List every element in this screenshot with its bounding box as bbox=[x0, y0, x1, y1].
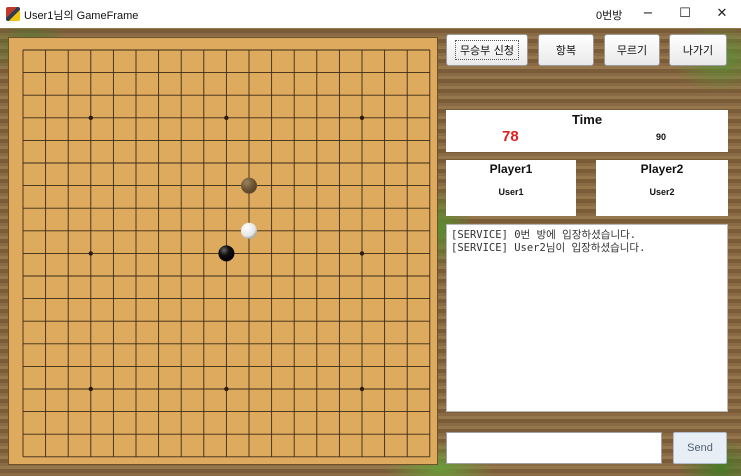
exit-button[interactable]: 나가기 bbox=[669, 34, 727, 66]
star-point bbox=[88, 115, 94, 121]
draw-request-button[interactable]: 무승부 신청 bbox=[446, 34, 528, 66]
player2-label: Player2 bbox=[640, 162, 684, 176]
window-title: User1님의 GameFrame bbox=[24, 10, 139, 22]
window-titlebar: User1님의 GameFrame 0번방 − ☐ ✕ bbox=[0, 0, 741, 28]
app-icon bbox=[6, 7, 20, 21]
chat-message: [SERVICE] User2님이 입장하셨습니다. bbox=[451, 242, 646, 254]
game-content: 무승부 신청 항복 무르기 나가기 Time 78 90 Player1 Use… bbox=[0, 28, 741, 476]
chat-message: [SERVICE] 0번 방에 입장하셨습니다. bbox=[451, 229, 637, 241]
player1-panel: Player1 User1 bbox=[446, 160, 576, 216]
player2-name: User2 bbox=[649, 187, 675, 197]
time-panel: Time 78 90 bbox=[446, 110, 728, 152]
time-title: Time bbox=[571, 112, 603, 127]
close-icon[interactable]: ✕ bbox=[710, 4, 734, 24]
player2-panel: Player2 User2 bbox=[596, 160, 728, 216]
star-point bbox=[359, 251, 365, 256]
star-point bbox=[88, 251, 94, 256]
chat-log[interactable]: [SERVICE] 0번 방에 입장하셨습니다. [SERVICE] User2… bbox=[446, 224, 728, 412]
star-point bbox=[224, 386, 229, 392]
chat-input[interactable] bbox=[446, 432, 662, 464]
star-point bbox=[359, 386, 365, 392]
time-remaining: 78 bbox=[502, 128, 519, 145]
black-stone bbox=[218, 245, 235, 262]
send-button[interactable]: Send bbox=[673, 432, 727, 464]
board-grid[interactable] bbox=[9, 38, 439, 466]
star-point bbox=[88, 386, 94, 392]
go-board[interactable] bbox=[8, 37, 438, 465]
ghost-stone bbox=[241, 177, 257, 194]
time-limit: 90 bbox=[656, 132, 667, 142]
player1-name: User1 bbox=[498, 187, 524, 197]
room-label: 0번방 bbox=[596, 10, 623, 22]
minimize-icon[interactable]: − bbox=[636, 4, 660, 24]
maximize-icon[interactable]: ☐ bbox=[673, 4, 697, 24]
draw-request-label: 무승부 신청 bbox=[454, 40, 520, 60]
player1-label: Player1 bbox=[489, 162, 533, 176]
undo-button[interactable]: 무르기 bbox=[604, 34, 660, 66]
star-point bbox=[224, 115, 229, 121]
surrender-button[interactable]: 항복 bbox=[538, 34, 594, 66]
star-point bbox=[359, 115, 365, 121]
white-stone bbox=[241, 222, 257, 239]
